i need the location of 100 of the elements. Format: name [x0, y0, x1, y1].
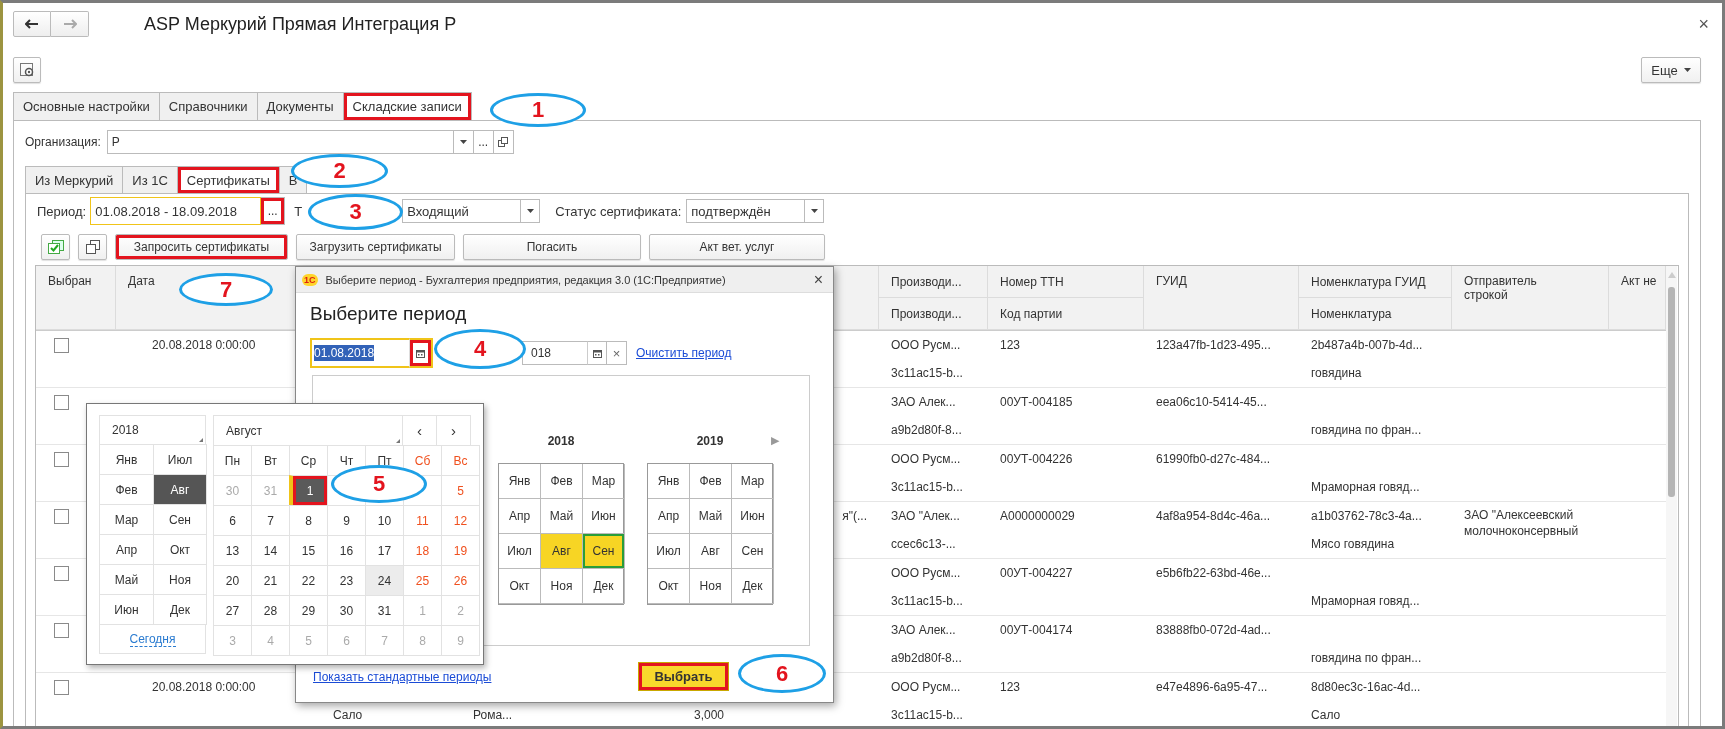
month-cell[interactable]: Апр — [648, 499, 690, 534]
check-all-button[interactable] — [41, 233, 70, 260]
tab[interactable]: Сертификаты — [176, 166, 280, 193]
status-dropdown[interactable]: подтверждён — [686, 199, 825, 223]
month-cell[interactable]: Дек — [583, 569, 625, 604]
caret-icon — [526, 209, 534, 213]
month-cell[interactable]: Ноя — [690, 569, 732, 604]
calendar-button[interactable] — [409, 338, 433, 368]
month-cell[interactable]: Окт — [648, 569, 690, 604]
choose-button[interactable]: Выбрать — [638, 662, 729, 691]
table-cell-text: eea06c10-5414-45... — [1155, 394, 1268, 411]
year-dropdown[interactable]: 2018 — [99, 415, 206, 445]
table-cell-text: говядина по фран... — [1310, 650, 1423, 667]
start-date-field[interactable]: 01.08.2018 — [310, 338, 409, 368]
next-month-button[interactable]: › — [436, 415, 471, 446]
close-button[interactable]: × — [1694, 13, 1713, 35]
scrollbar[interactable] — [1666, 266, 1677, 726]
month-cell[interactable]: Мар — [732, 464, 774, 499]
row-checkbox[interactable] — [54, 679, 69, 695]
settings-button[interactable] — [13, 57, 41, 83]
month-cell[interactable]: Ноя — [541, 569, 583, 604]
column-header: Номенклатура — [1299, 298, 1452, 330]
tab[interactable]: Из Меркурий — [25, 166, 124, 193]
row-checkbox[interactable] — [54, 451, 69, 467]
month-cell[interactable]: Дек — [732, 569, 774, 604]
scrollbar-thumb[interactable] — [1668, 287, 1675, 497]
open-button[interactable] — [493, 130, 514, 154]
column-header: Производи... — [879, 298, 988, 330]
year-label: 2018 — [547, 434, 575, 450]
month-cell[interactable]: Июн — [732, 499, 774, 534]
select-button[interactable]: ... — [473, 130, 494, 154]
tab[interactable]: Документы — [256, 92, 344, 120]
table-cell-text: Сало — [1310, 707, 1342, 724]
tab[interactable]: Складские записи — [342, 92, 472, 120]
table-cell-text: Рома... — [472, 707, 514, 724]
type-dropdown[interactable]: Входящий — [402, 199, 541, 223]
column-header: Акт не — [1609, 266, 1666, 330]
table-cell-text: 3,000 — [692, 707, 725, 724]
tab[interactable]: Справочники — [158, 92, 258, 120]
month-cell[interactable]: Фев — [541, 464, 583, 499]
table-cell-text: a9b2d80f-8... — [890, 422, 963, 439]
table-cell-text: A0000000029 — [999, 508, 1076, 525]
month-cell[interactable]: Сен — [732, 534, 774, 569]
window-title: ASP Меркурий Прямая Интеграция Р — [144, 13, 457, 35]
month-cell[interactable]: Фев — [690, 464, 732, 499]
month-cell[interactable]: Авг — [541, 534, 583, 569]
period-select-button[interactable]: ... — [261, 197, 286, 225]
table-cell-text: говядина — [1310, 365, 1363, 382]
status-label: Статус сертификата: — [555, 203, 682, 219]
month-dropdown[interactable]: Август — [213, 415, 403, 446]
month-cell[interactable]: Окт — [499, 569, 541, 604]
month-cell[interactable]: Янв — [499, 464, 541, 499]
clear-button[interactable]: × — [607, 341, 627, 365]
end-date-field[interactable]: 018 — [522, 341, 587, 365]
table-cell-text: 00УТ-004174 — [999, 622, 1074, 639]
caret-icon — [1683, 68, 1691, 72]
clear-period-link[interactable]: Очистить период — [636, 346, 732, 360]
dropdown-button[interactable] — [453, 130, 474, 154]
action-button[interactable]: Запросить сертификаты — [115, 233, 288, 260]
caret-icon — [459, 140, 467, 144]
month-cell[interactable]: Апр — [499, 499, 541, 534]
period-field[interactable]: 01.08.2018 - 18.09.2018 — [90, 197, 262, 225]
table-cell-text: 8d80ec3c-16ac-4d... — [1310, 679, 1422, 696]
tab[interactable]: Из 1С — [122, 166, 178, 193]
month-cell[interactable]: Май — [690, 499, 732, 534]
table-cell-text: 3c11ac15-b... — [890, 479, 964, 496]
callout-marker: 1 — [490, 93, 586, 127]
tab[interactable]: Основные настройки — [13, 92, 160, 120]
row-checkbox[interactable] — [54, 622, 69, 638]
organization-field[interactable]: Р — [106, 130, 454, 154]
standard-periods-link[interactable]: Показать стандартные периоды — [313, 669, 492, 684]
callout-marker: 3 — [308, 194, 403, 230]
table-cell-text: 4af8a954-8d4c-46a... — [1155, 508, 1272, 525]
row-checkbox[interactable] — [54, 508, 69, 524]
month-cell[interactable]: Мар — [583, 464, 625, 499]
close-button[interactable]: × — [809, 270, 827, 289]
row-checkbox[interactable] — [54, 394, 69, 410]
month-cell[interactable]: Июл — [648, 534, 690, 569]
calendar-button[interactable] — [587, 341, 607, 365]
caret-icon — [810, 209, 818, 213]
action-button[interactable]: Загрузить сертификаты — [296, 233, 455, 260]
table-cell-text: e47e4896-6a95-47... — [1155, 679, 1269, 696]
table-cell-text: Мраморная говяд... — [1310, 479, 1421, 496]
action-button[interactable]: Акт вет. услуг — [649, 233, 825, 260]
uncheck-all-button[interactable] — [78, 233, 107, 260]
back-button[interactable] — [13, 11, 51, 37]
table-cell-text: 2b487a4b-007b-4d... — [1310, 337, 1424, 354]
action-button[interactable]: Погасить — [463, 233, 641, 260]
month-cell[interactable]: Сен — [583, 534, 625, 569]
table-cell-text: 3c11ac15-b... — [890, 365, 964, 382]
month-cell[interactable]: Авг — [690, 534, 732, 569]
more-button[interactable]: Еще — [1641, 57, 1701, 83]
month-cell[interactable]: Янв — [648, 464, 690, 499]
table-cell-text: 3c11ac15-b... — [890, 707, 964, 724]
month-cell[interactable]: Авг — [153, 474, 207, 505]
row-checkbox[interactable] — [54, 337, 69, 353]
column-header: ГУИД — [1144, 266, 1299, 330]
column-header: Номенклатура ГУИД — [1299, 266, 1452, 298]
table-cell-text: ООО Русм... — [890, 565, 962, 582]
row-checkbox[interactable] — [54, 565, 69, 581]
